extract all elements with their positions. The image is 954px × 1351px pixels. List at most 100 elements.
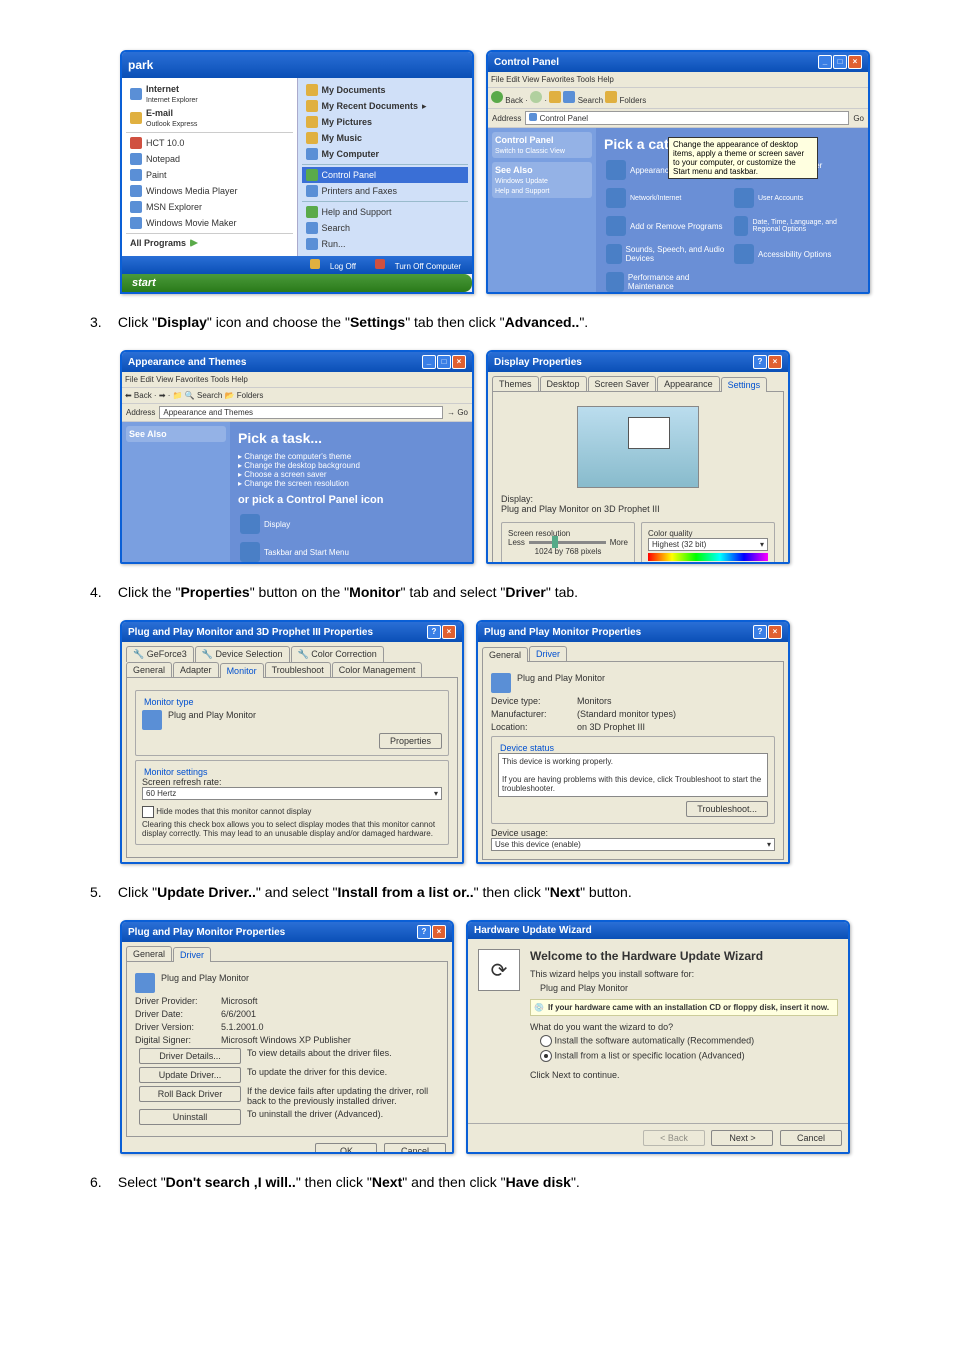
turnoff-button[interactable]: Turn Off Computer — [371, 262, 465, 271]
driver-details-button[interactable]: Driver Details... — [139, 1048, 241, 1064]
tab-themes[interactable]: Themes — [492, 376, 539, 391]
tab[interactable]: 🔧 Color Correction — [291, 646, 384, 662]
maximize-icon[interactable]: □ — [437, 355, 451, 369]
start-button[interactable]: start — [122, 274, 472, 292]
ok-button[interactable]: OK — [315, 1143, 377, 1154]
install-auto-radio[interactable] — [540, 1035, 552, 1047]
maximize-icon[interactable]: □ — [833, 55, 847, 69]
start-item[interactable]: My Computer — [302, 146, 469, 162]
close-icon[interactable]: × — [442, 625, 456, 639]
all-programs[interactable]: All Programs — [126, 236, 293, 250]
tab-desktop[interactable]: Desktop — [540, 376, 587, 391]
tab-appearance[interactable]: Appearance — [657, 376, 720, 391]
switch-view-link[interactable]: Switch to Classic View — [495, 148, 565, 155]
tab-adapter[interactable]: Adapter — [173, 662, 219, 677]
tab-screensaver[interactable]: Screen Saver — [588, 376, 657, 391]
properties-button[interactable]: Properties — [379, 733, 442, 749]
tab-colormgmt[interactable]: Color Management — [332, 662, 423, 677]
back-icon[interactable] — [491, 91, 503, 103]
tab-settings[interactable]: Settings — [721, 377, 768, 392]
start-menu-user: park — [122, 52, 472, 78]
rollback-driver-button[interactable]: Roll Back Driver — [139, 1086, 241, 1102]
task-link[interactable]: ▸ Change the screen resolution — [238, 479, 464, 488]
menubar[interactable]: File Edit View Favorites Tools Help — [488, 72, 868, 88]
task-link[interactable]: ▸ Change the computer's theme — [238, 452, 464, 461]
help-icon[interactable]: ? — [417, 925, 431, 939]
cancel-button[interactable]: Cancel — [384, 1143, 446, 1154]
color-quality-select[interactable]: Highest (32 bit)▾ — [648, 538, 768, 551]
cp-icon — [529, 113, 537, 121]
pick-task-heading: Pick a task... — [238, 430, 464, 446]
tab-troubleshoot[interactable]: Troubleshoot — [265, 662, 331, 677]
tab-driver[interactable]: Driver — [173, 947, 211, 962]
device-usage-select[interactable]: Use this device (enable)▾ — [491, 838, 775, 851]
start-item[interactable]: MSN Explorer — [126, 199, 293, 215]
help-icon[interactable]: ? — [753, 355, 767, 369]
display-icon-link[interactable]: Display — [238, 512, 362, 536]
tab[interactable]: 🔧 GeForce3 — [126, 646, 194, 662]
close-icon[interactable]: × — [432, 925, 446, 939]
category-link[interactable]: Accessibility Options — [732, 242, 856, 266]
start-item[interactable]: My Music — [302, 130, 469, 146]
tab-monitor[interactable]: Monitor — [220, 663, 264, 678]
category-link[interactable]: Date, Time, Language, and Regional Optio… — [732, 214, 856, 238]
close-icon[interactable]: × — [768, 625, 782, 639]
back-button[interactable]: < Back — [643, 1130, 705, 1146]
start-item[interactable]: Search — [302, 220, 469, 236]
help-icon[interactable]: ? — [427, 625, 441, 639]
category-link[interactable]: User Accounts — [732, 186, 856, 210]
resolution-slider[interactable] — [529, 541, 606, 544]
category-link[interactable]: Network/Internet — [604, 186, 728, 210]
hide-modes-checkbox[interactable] — [142, 806, 154, 818]
task-link[interactable]: ▸ Change the desktop background — [238, 461, 464, 470]
help-icon[interactable]: ? — [753, 625, 767, 639]
minimize-icon[interactable]: _ — [422, 355, 436, 369]
logoff-button[interactable]: Log Off — [306, 262, 360, 271]
menubar[interactable]: File Edit View Favorites Tools Help — [122, 372, 472, 388]
folder-icon — [306, 100, 318, 112]
start-item[interactable]: Windows Media Player — [126, 183, 293, 199]
search-icon[interactable] — [563, 91, 575, 103]
start-item[interactable]: Windows Movie Maker — [126, 215, 293, 231]
start-item[interactable]: Paint — [126, 167, 293, 183]
tab[interactable]: 🔧 Device Selection — [195, 646, 290, 662]
start-item[interactable]: Printers and Faxes — [302, 183, 469, 199]
task-link[interactable]: ▸ Choose a screen saver — [238, 470, 464, 479]
category-link[interactable]: Sounds, Speech, and Audio Devices — [604, 242, 728, 266]
start-item[interactable]: Run... — [302, 236, 469, 252]
folders-icon[interactable] — [605, 91, 617, 103]
fwd-icon[interactable] — [530, 91, 542, 103]
taskbar-icon-link[interactable]: Taskbar and Start Menu — [238, 540, 362, 564]
start-item[interactable]: Help and Support — [302, 204, 469, 220]
close-icon[interactable]: × — [768, 355, 782, 369]
update-driver-button[interactable]: Update Driver... — [139, 1067, 241, 1083]
uninstall-button[interactable]: Uninstall — [139, 1109, 241, 1125]
start-item[interactable]: My Recent Documents ▸ — [302, 98, 469, 114]
refresh-rate-select[interactable]: 60 Hertz▾ — [142, 787, 442, 800]
start-item[interactable]: Notepad — [126, 151, 293, 167]
close-icon[interactable]: × — [848, 55, 862, 69]
go-button[interactable]: Go — [853, 114, 864, 123]
troubleshoot-button[interactable]: Troubleshoot... — [686, 801, 768, 817]
category-link[interactable]: Add or Remove Programs — [604, 214, 728, 238]
start-item[interactable]: InternetInternet Explorer — [126, 82, 293, 106]
close-icon[interactable]: × — [452, 355, 466, 369]
up-icon[interactable] — [549, 91, 561, 103]
folder-icon — [306, 84, 318, 96]
start-item[interactable]: My Pictures — [302, 114, 469, 130]
start-item-controlpanel[interactable]: Control Panel — [302, 167, 469, 183]
start-item[interactable]: HCT 10.0 — [126, 135, 293, 151]
address-input[interactable]: Appearance and Themes — [159, 406, 443, 419]
tab-general[interactable]: General — [482, 647, 528, 662]
start-item[interactable]: My Documents — [302, 82, 469, 98]
next-button[interactable]: Next > — [711, 1130, 773, 1146]
start-item[interactable]: E-mailOutlook Express — [126, 106, 293, 130]
minimize-icon[interactable]: _ — [818, 55, 832, 69]
install-list-radio[interactable] — [540, 1050, 552, 1062]
cancel-button[interactable]: Cancel — [780, 1130, 842, 1146]
tab-general[interactable]: General — [126, 946, 172, 961]
category-link[interactable]: Performance and Maintenance — [604, 270, 728, 294]
address-input[interactable]: Control Panel — [525, 111, 849, 125]
tab-driver[interactable]: Driver — [529, 646, 567, 661]
tab-general[interactable]: General — [126, 662, 172, 677]
